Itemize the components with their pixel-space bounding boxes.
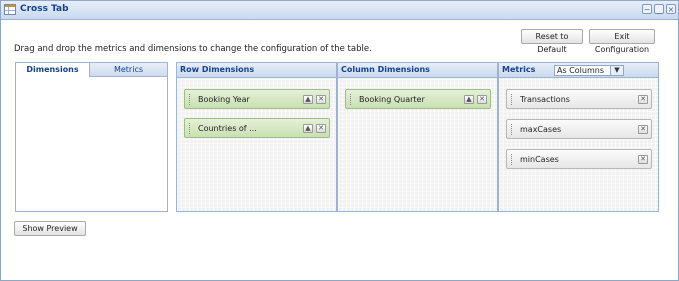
drag-handle-icon[interactable] xyxy=(511,94,513,105)
chip-label: maxCases xyxy=(520,125,562,134)
remove-icon[interactable]: ✕ xyxy=(316,95,326,104)
dimension-chip-booking-quarter[interactable]: Booking Quarter ▲ ✕ xyxy=(345,89,491,109)
remove-icon[interactable]: ✕ xyxy=(316,124,326,133)
title-bar[interactable]: Cross Tab − _ × xyxy=(1,1,678,20)
drag-handle-icon[interactable] xyxy=(189,123,191,134)
remove-icon[interactable]: ✕ xyxy=(638,155,648,164)
chip-label: minCases xyxy=(520,155,559,164)
metric-chip-mincases[interactable]: minCases ✕ xyxy=(506,149,652,169)
move-up-icon[interactable]: ▲ xyxy=(303,124,313,133)
metrics-layout-select[interactable]: As Columns ▼ xyxy=(554,65,624,76)
chip-label: Booking Quarter xyxy=(359,95,425,104)
exit-configuration-button[interactable]: Exit Configuration xyxy=(589,29,655,54)
close-icon[interactable]: × xyxy=(666,4,676,14)
drag-handle-icon[interactable] xyxy=(189,94,191,105)
remove-icon[interactable]: ✕ xyxy=(638,125,648,134)
window-title: Cross Tab xyxy=(20,4,69,14)
minimize-icon[interactable]: _ xyxy=(654,4,664,14)
metrics-title: Metrics xyxy=(502,65,536,74)
table-icon xyxy=(4,4,16,15)
remove-icon[interactable]: ✕ xyxy=(477,95,487,104)
drag-handle-icon[interactable] xyxy=(511,154,513,165)
chip-label: Countries of ... xyxy=(198,124,257,133)
column-dimensions-panel[interactable]: Column Dimensions Booking Quarter ▲ ✕ xyxy=(337,62,498,212)
row-dimensions-panel[interactable]: Row Dimensions Booking Year ▲ ✕ Countrie… xyxy=(176,62,337,212)
chip-label: Booking Year xyxy=(198,95,250,104)
column-dimensions-header: Column Dimensions xyxy=(338,63,497,78)
select-value: As Columns xyxy=(557,66,604,75)
drag-handle-icon[interactable] xyxy=(350,94,352,105)
metrics-panel[interactable]: Metrics Transactions ✕ maxCases ✕ minCas… xyxy=(498,62,659,212)
cross-tab-window: Cross Tab − _ × Reset to Default Exit Co… xyxy=(0,0,679,281)
reset-to-default-button[interactable]: Reset to Default xyxy=(521,29,583,54)
dimension-chip-countries[interactable]: Countries of ... ▲ ✕ xyxy=(184,118,330,138)
drag-handle-icon[interactable] xyxy=(511,124,513,135)
instructions-text: Drag and drop the metrics and dimensions… xyxy=(14,44,372,54)
metric-chip-transactions[interactable]: Transactions ✕ xyxy=(506,89,652,109)
chevron-down-icon[interactable]: ▼ xyxy=(610,66,623,75)
move-up-icon[interactable]: ▲ xyxy=(303,95,313,104)
tab-dimensions[interactable]: Dimensions xyxy=(16,63,90,77)
move-up-icon[interactable]: ▲ xyxy=(464,95,474,104)
tab-metrics[interactable]: Metrics xyxy=(90,63,167,77)
row-dimensions-header: Row Dimensions xyxy=(177,63,336,78)
collapse-icon[interactable]: − xyxy=(642,4,652,14)
dimension-chip-booking-year[interactable]: Booking Year ▲ ✕ xyxy=(184,89,330,109)
chip-label: Transactions xyxy=(520,95,570,104)
fields-panel: Dimensions Metrics xyxy=(15,62,168,212)
show-preview-button[interactable]: Show Preview xyxy=(14,221,86,236)
remove-icon[interactable]: ✕ xyxy=(638,95,648,104)
metric-chip-maxcases[interactable]: maxCases ✕ xyxy=(506,119,652,139)
